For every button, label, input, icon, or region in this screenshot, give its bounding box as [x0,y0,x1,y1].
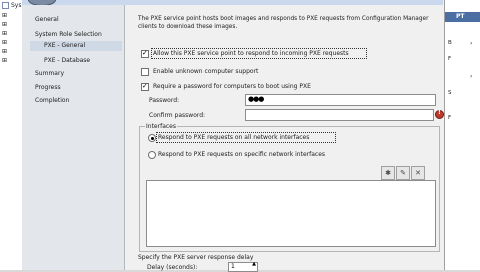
chevron-right-icon: › [470,40,473,47]
nav-item-summary[interactable]: Summary [35,70,64,77]
respond-all-interfaces-label: Respond to PXE requests on all network i… [158,134,310,141]
unknown-computer-support-checkbox[interactable] [141,68,149,76]
console-tree-root[interactable]: Sys [2,2,22,9]
action-item[interactable]: F [448,56,451,62]
action-item[interactable]: B [448,40,452,46]
confirm-password-field[interactable] [245,109,434,121]
intro-text-line1: The PXE service point hosts boot images … [138,16,429,22]
star-icon[interactable]: ✱ [381,166,395,180]
chevron-right-icon: › [470,73,473,80]
console-tree-node[interactable]: ⊞ [2,39,7,46]
nav-item-system-role-selection[interactable]: System Role Selection [35,31,102,38]
console-tree-node[interactable]: ⊞ [2,57,7,64]
respond-specific-interfaces-radio[interactable] [148,151,156,159]
nav-item-pxe-database[interactable]: PXE - Database [44,57,90,64]
console-tree-node[interactable]: ⊞ [2,12,7,19]
nav-item-pxe-general-selected[interactable]: PXE - General [30,41,122,51]
password-label: Password: [149,97,180,104]
confirm-password-label: Confirm password: [149,112,206,119]
nav-item-label: PXE - General [44,42,86,49]
allow-pxe-checkbox[interactable] [141,49,149,58]
console-tree-node[interactable]: ⊞ [2,21,7,28]
server-icon [2,2,9,9]
chevron-up-icon[interactable]: ▲ [252,261,256,267]
respond-specific-interfaces-label: Respond to PXE requests on specific netw… [158,151,326,158]
edit-icon[interactable]: ✎ [396,166,410,180]
delete-icon[interactable]: ✕ [411,166,425,180]
unknown-computer-support-label: Enable unknown computer support [153,68,259,75]
actions-title-bar: PT [444,12,480,22]
interfaces-title: Interfaces [145,123,177,130]
interfaces-list[interactable] [146,180,436,247]
nav-item-completion[interactable]: Completion [35,97,69,104]
console-tree-node[interactable]: ⊞ [2,30,7,37]
require-password-checkbox[interactable] [141,82,149,91]
require-password-label: Require a password for computers to boot… [153,83,311,90]
action-item[interactable]: S [448,90,452,96]
nav-item-general[interactable]: General [35,16,59,23]
error-icon [435,109,444,119]
intro-text-line2: clients to download these images. [138,24,238,30]
delay-heading: Specify the PXE server response delay [138,254,254,261]
nav-item-progress[interactable]: Progress [35,84,61,91]
delay-stepper[interactable]: 1 ▲ [228,261,258,272]
delay-value: 1 [231,263,235,270]
password-value: ●●● [248,95,264,103]
action-item[interactable]: F [448,115,451,121]
respond-all-interfaces-radio[interactable] [148,134,156,142]
password-field[interactable]: ●●● [245,94,436,106]
allow-pxe-label: Allow this PXE service point to respond … [153,50,349,57]
console-tree-node[interactable]: ⊞ [2,48,7,55]
